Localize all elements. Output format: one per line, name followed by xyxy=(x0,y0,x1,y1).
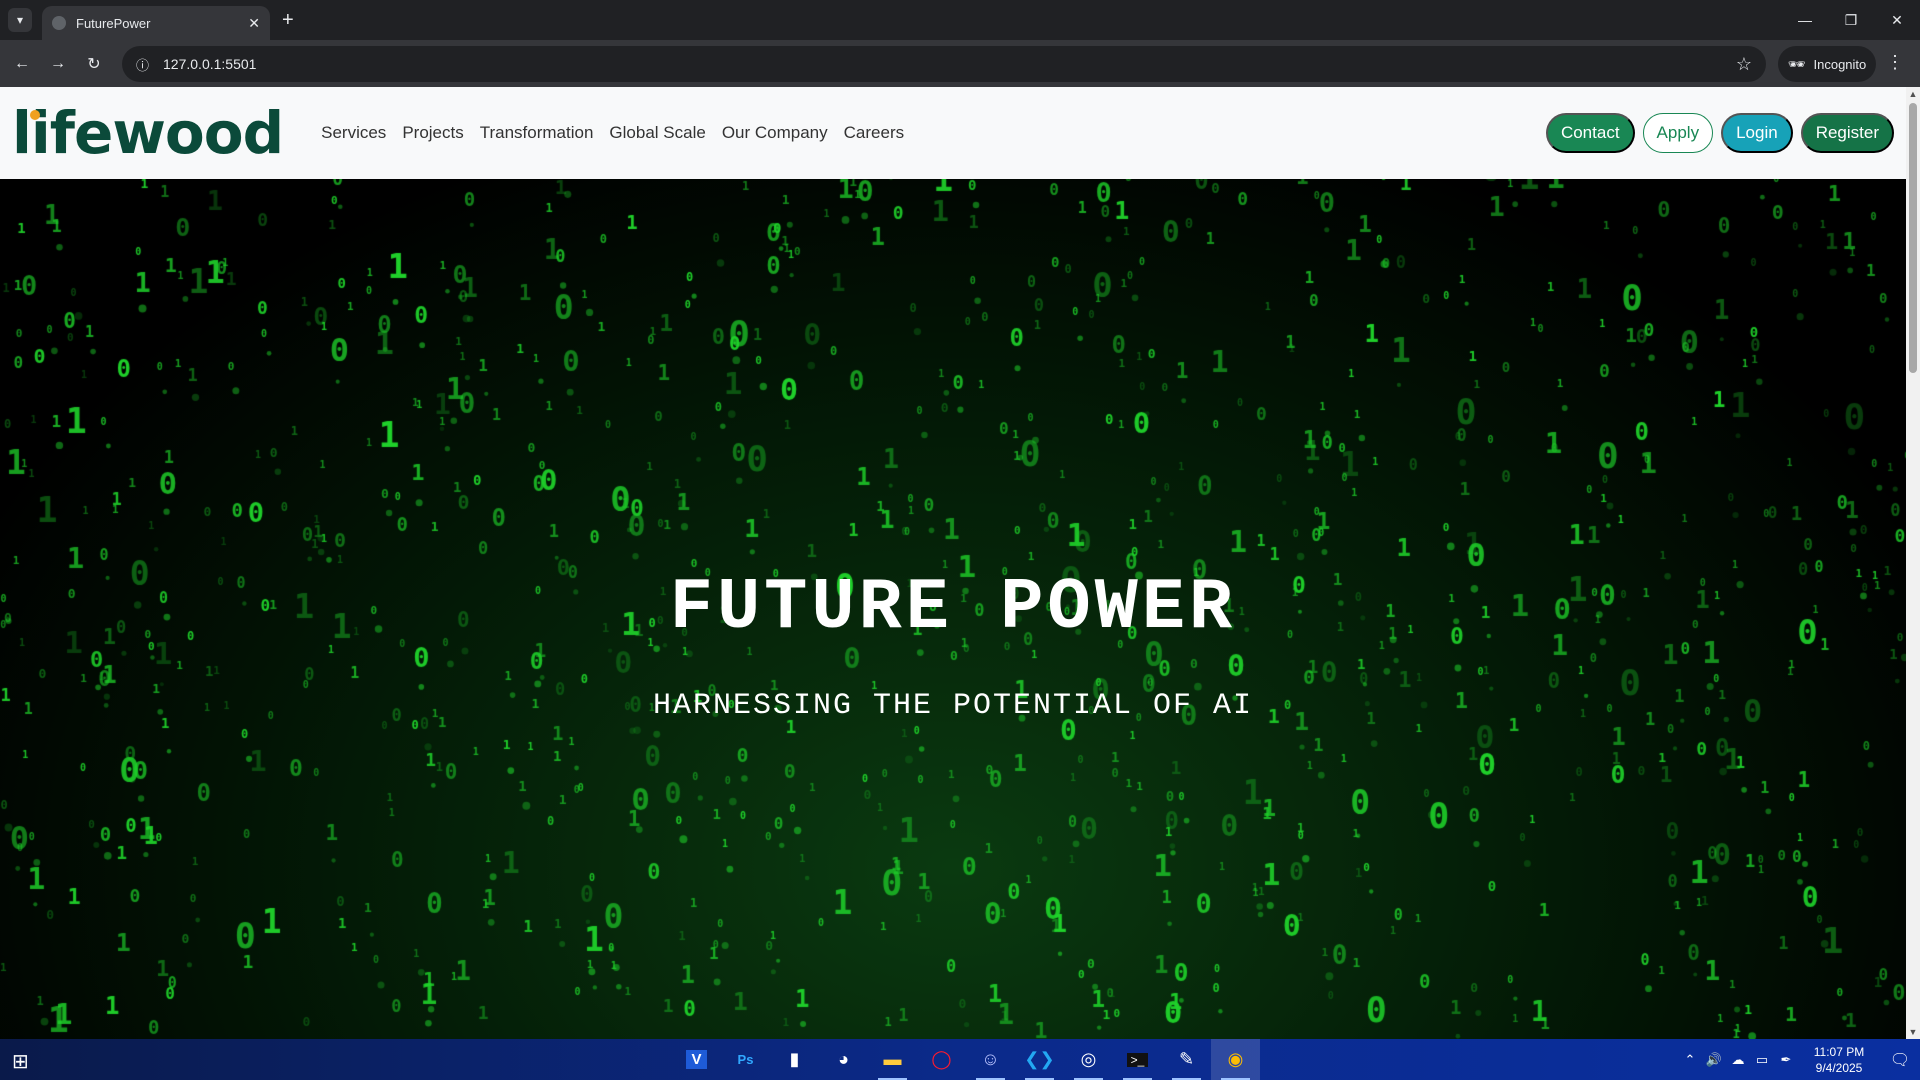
close-window-icon[interactable]: ✕ xyxy=(1874,0,1920,40)
paint-icon[interactable]: ✎ xyxy=(1162,1039,1211,1080)
incognito-label: Incognito xyxy=(1813,56,1867,72)
incognito-icon: 🕶 xyxy=(1787,55,1806,72)
back-icon[interactable]: ← xyxy=(10,52,34,76)
scroll-up-icon[interactable]: ▲ xyxy=(1908,89,1918,99)
notifications-icon[interactable]: 🗨 xyxy=(1880,1050,1920,1070)
url-text: 127.0.0.1:5501 xyxy=(163,56,257,72)
login-button[interactable]: Login xyxy=(1721,113,1793,153)
favicon-icon xyxy=(52,16,66,30)
reload-icon[interactable]: ↻ xyxy=(82,52,106,76)
new-tab-icon[interactable]: + xyxy=(282,8,294,32)
browser-menu-icon[interactable]: ⋮ xyxy=(1886,52,1904,73)
onedrive-icon[interactable]: ☁ xyxy=(1726,1052,1750,1068)
incognito-badge[interactable]: 🕶 Incognito xyxy=(1778,46,1876,82)
tab-search-icon[interactable]: ▾ xyxy=(8,8,32,32)
chrome-icon[interactable]: ◉ xyxy=(1211,1039,1260,1080)
site-info-icon[interactable]: ⓘ xyxy=(136,55,149,74)
photoshop-icon[interactable]: Ps xyxy=(721,1039,770,1080)
logo-text: lifewood xyxy=(12,99,284,167)
taskbar-app-v-icon[interactable]: V xyxy=(672,1039,721,1080)
terminal-icon[interactable]: >_ xyxy=(1113,1039,1162,1080)
maps-icon[interactable]: ◕ xyxy=(819,1039,868,1080)
discord-icon[interactable]: ☺ xyxy=(966,1039,1015,1080)
minimize-icon[interactable]: — xyxy=(1782,0,1828,40)
vscode-icon[interactable]: ❮❯ xyxy=(1015,1039,1064,1080)
taskbar-apps: V Ps ▮ ◕ ▬ ◯ ☺ ❮❯ ◎ >_ ✎ ◉ xyxy=(672,1039,1260,1080)
scroll-thumb[interactable] xyxy=(1909,103,1917,373)
restore-icon[interactable]: ❐ xyxy=(1828,0,1874,40)
tab-title: FuturePower xyxy=(76,15,151,31)
page-scrollbar[interactable]: ▲ ▼ xyxy=(1906,87,1920,1039)
nav-link-careers[interactable]: Careers xyxy=(844,123,904,143)
system-clock[interactable]: 11:07 PM 9/4/2025 xyxy=(1798,1044,1880,1076)
browser-toolbar: ← → ↻ ⓘ 127.0.0.1:5501 ☆ 🕶 Incognito ⋮ xyxy=(0,40,1920,87)
tab-close-icon[interactable]: ✕ xyxy=(248,15,260,32)
register-button[interactable]: Register xyxy=(1800,113,1894,153)
system-tray: ⌃ 🔊 ☁ ▭ ✒ 11:07 PM 9/4/2025 🗨 xyxy=(1678,1039,1920,1080)
volume-icon[interactable]: 🔊 xyxy=(1702,1052,1726,1068)
tray-overflow-icon[interactable]: ⌃ xyxy=(1678,1052,1702,1068)
clock-time: 11:07 PM xyxy=(1813,1044,1865,1059)
clock-date: 9/4/2025 xyxy=(1815,1060,1863,1075)
auth-buttons: Contact Apply Login Register xyxy=(1545,113,1894,153)
page-viewport: lifewood Services Projects Transformatio… xyxy=(0,87,1906,1039)
nav-link-projects[interactable]: Projects xyxy=(402,123,463,143)
nav-links: Services Projects Transformation Global … xyxy=(321,123,904,143)
windows-start-icon[interactable]: ⊞ xyxy=(12,1049,29,1074)
address-bar[interactable]: ⓘ 127.0.0.1:5501 ☆ xyxy=(122,46,1766,82)
contact-button[interactable]: Contact xyxy=(1545,113,1635,153)
logo-dot xyxy=(30,110,40,120)
hero-title: FUTURE POWER xyxy=(669,567,1237,649)
hero-section: FUTURE POWER HARNESSING THE POTENTIAL OF… xyxy=(0,179,1906,1039)
site-logo[interactable]: lifewood xyxy=(12,104,284,162)
forward-icon[interactable]: → xyxy=(46,52,70,76)
tab-futurepower[interactable]: FuturePower ✕ xyxy=(42,6,270,40)
steam-icon[interactable]: ◎ xyxy=(1064,1039,1113,1080)
scroll-down-icon[interactable]: ▼ xyxy=(1908,1027,1918,1037)
opera-icon[interactable]: ◯ xyxy=(917,1039,966,1080)
pen-icon[interactable]: ✒ xyxy=(1774,1052,1798,1068)
nav-link-transformation[interactable]: Transformation xyxy=(480,123,594,143)
tab-strip: ▾ FuturePower ✕ + — ❐ ✕ xyxy=(0,0,1920,40)
network-icon[interactable]: ▭ xyxy=(1750,1052,1774,1068)
nav-link-services[interactable]: Services xyxy=(321,123,386,143)
os-taskbar: ⊞ V Ps ▮ ◕ ▬ ◯ ☺ ❮❯ ◎ >_ ✎ ◉ ⌃ 🔊 ☁ ▭ ✒ 1… xyxy=(0,1039,1920,1080)
nav-link-global-scale[interactable]: Global Scale xyxy=(609,123,705,143)
mouse-app-icon[interactable]: ▮ xyxy=(770,1039,819,1080)
file-explorer-icon[interactable]: ▬ xyxy=(868,1039,917,1080)
site-navbar: lifewood Services Projects Transformatio… xyxy=(0,87,1906,179)
nav-link-our-company[interactable]: Our Company xyxy=(722,123,828,143)
window-controls: — ❐ ✕ xyxy=(1782,0,1920,40)
bookmark-star-icon[interactable]: ☆ xyxy=(1736,54,1752,75)
hero-subtitle: HARNESSING THE POTENTIAL OF AI xyxy=(652,689,1254,723)
apply-button[interactable]: Apply xyxy=(1642,113,1714,153)
